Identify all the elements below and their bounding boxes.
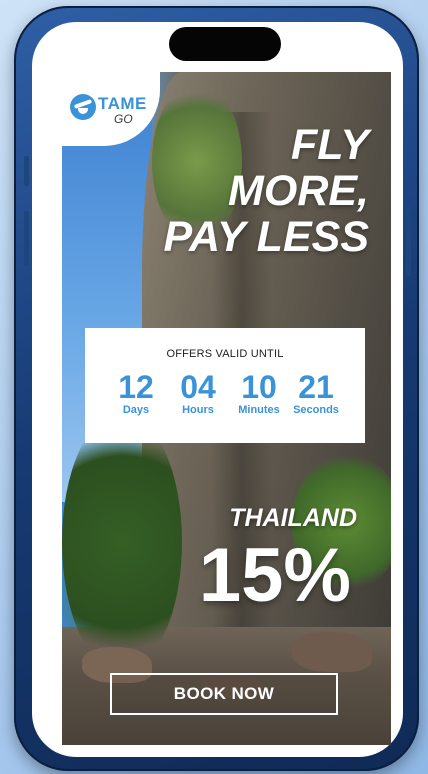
countdown-value: 21 bbox=[298, 369, 334, 405]
book-now-button[interactable]: BOOK NOW bbox=[110, 673, 338, 715]
headline-line: PAY LESS bbox=[163, 213, 369, 261]
headline-line: MORE, bbox=[228, 167, 369, 215]
boat-logo-icon bbox=[70, 94, 96, 120]
headline: FLY MORE, PAY LESS bbox=[129, 122, 369, 260]
countdown-hours: 04 Hours bbox=[169, 370, 227, 416]
offer-label: OFFERS VALID UNTIL bbox=[166, 348, 284, 360]
brand-name: TAME bbox=[98, 94, 147, 113]
discount-value: 15% bbox=[198, 533, 351, 618]
countdown-unit: Minutes bbox=[238, 404, 280, 416]
headline-line: FLY bbox=[290, 121, 369, 169]
countdown-timer: 12 Days 04 Hours 10 Minutes 21 Seconds bbox=[114, 370, 344, 430]
countdown-card: OFFERS VALID UNTIL 12 Days 04 Hours 10 M… bbox=[85, 328, 365, 443]
countdown-unit: Seconds bbox=[293, 404, 339, 416]
mute-switch bbox=[24, 156, 29, 186]
countdown-days: 12 Days bbox=[114, 370, 158, 416]
promo-banner: TAME GO FLY MORE, PAY LESS OFFERS VALID … bbox=[62, 72, 391, 745]
countdown-value: 10 bbox=[241, 369, 277, 405]
countdown-value: 12 bbox=[118, 369, 154, 405]
rock bbox=[292, 632, 372, 672]
power-button bbox=[406, 206, 411, 276]
volume-button bbox=[24, 211, 29, 266]
countdown-seconds: 21 Seconds bbox=[286, 370, 346, 416]
foliage-left bbox=[62, 412, 182, 672]
countdown-minutes: 10 Minutes bbox=[228, 370, 290, 416]
dynamic-island bbox=[169, 27, 281, 61]
destination-label: THAILAND bbox=[229, 504, 357, 532]
countdown-value: 04 bbox=[180, 369, 216, 405]
countdown-unit: Hours bbox=[182, 404, 214, 416]
countdown-unit: Days bbox=[122, 404, 150, 416]
